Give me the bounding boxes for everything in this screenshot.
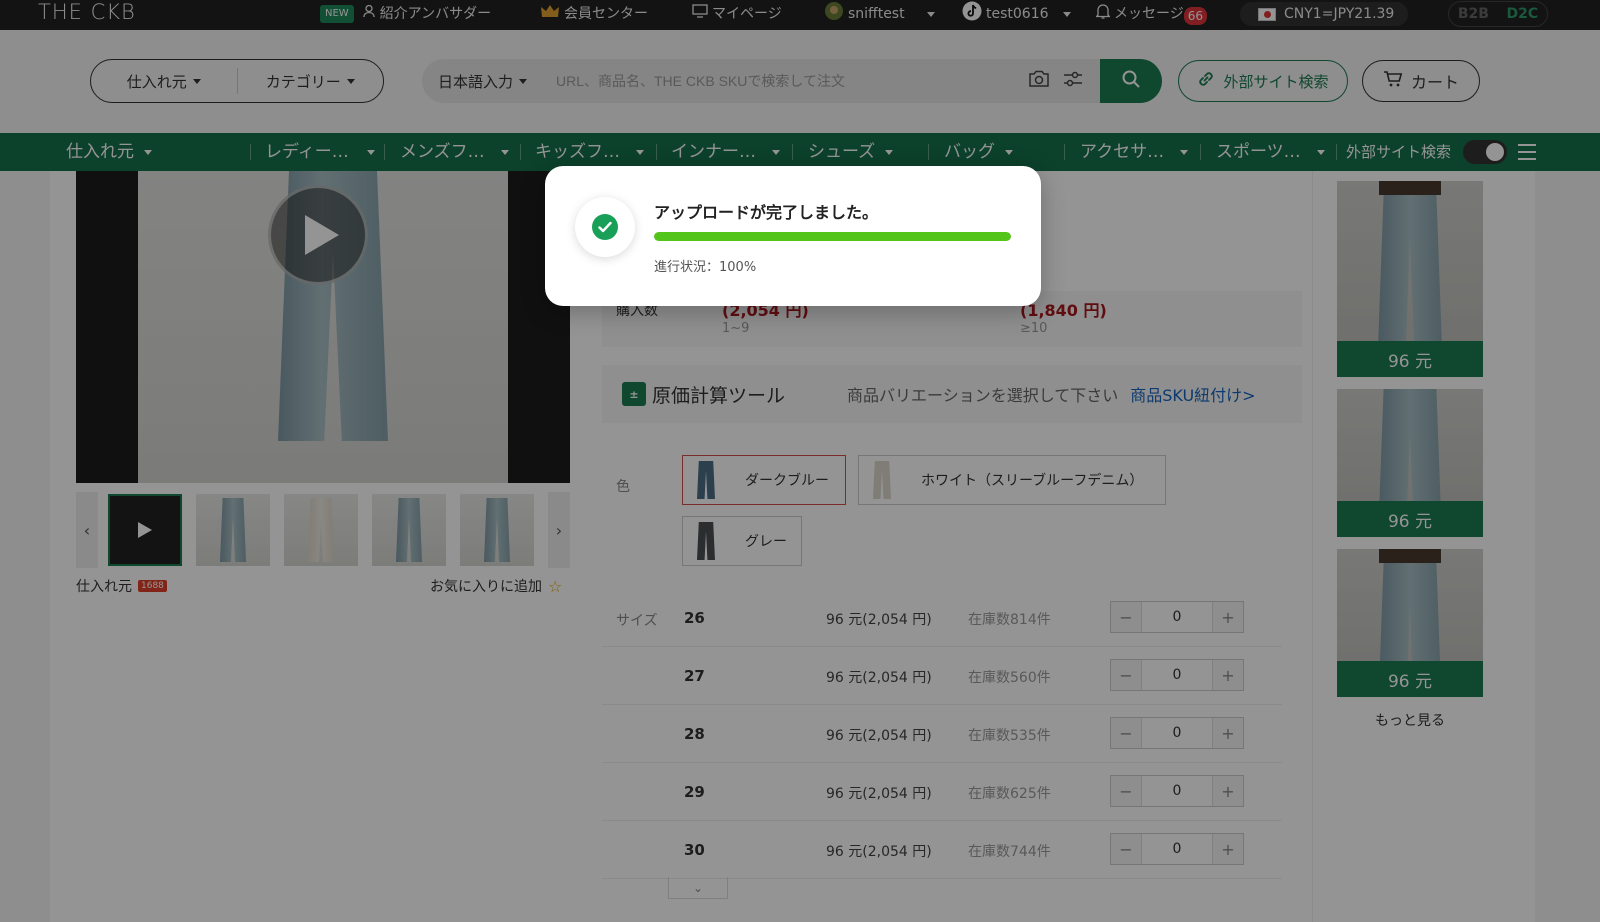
upload-progress-bar [654, 232, 1011, 241]
modal-overlay[interactable] [0, 0, 1600, 922]
upload-progress-status: 進行状況：100% [654, 260, 757, 275]
success-icon-wrapper [575, 197, 635, 257]
check-circle-icon [592, 214, 618, 240]
upload-complete-title: アップロードが完了しました。 [654, 203, 879, 222]
upload-progress-fill [654, 232, 1011, 241]
upload-complete-dialog: アップロードが完了しました。 進行状況：100% [545, 166, 1041, 306]
